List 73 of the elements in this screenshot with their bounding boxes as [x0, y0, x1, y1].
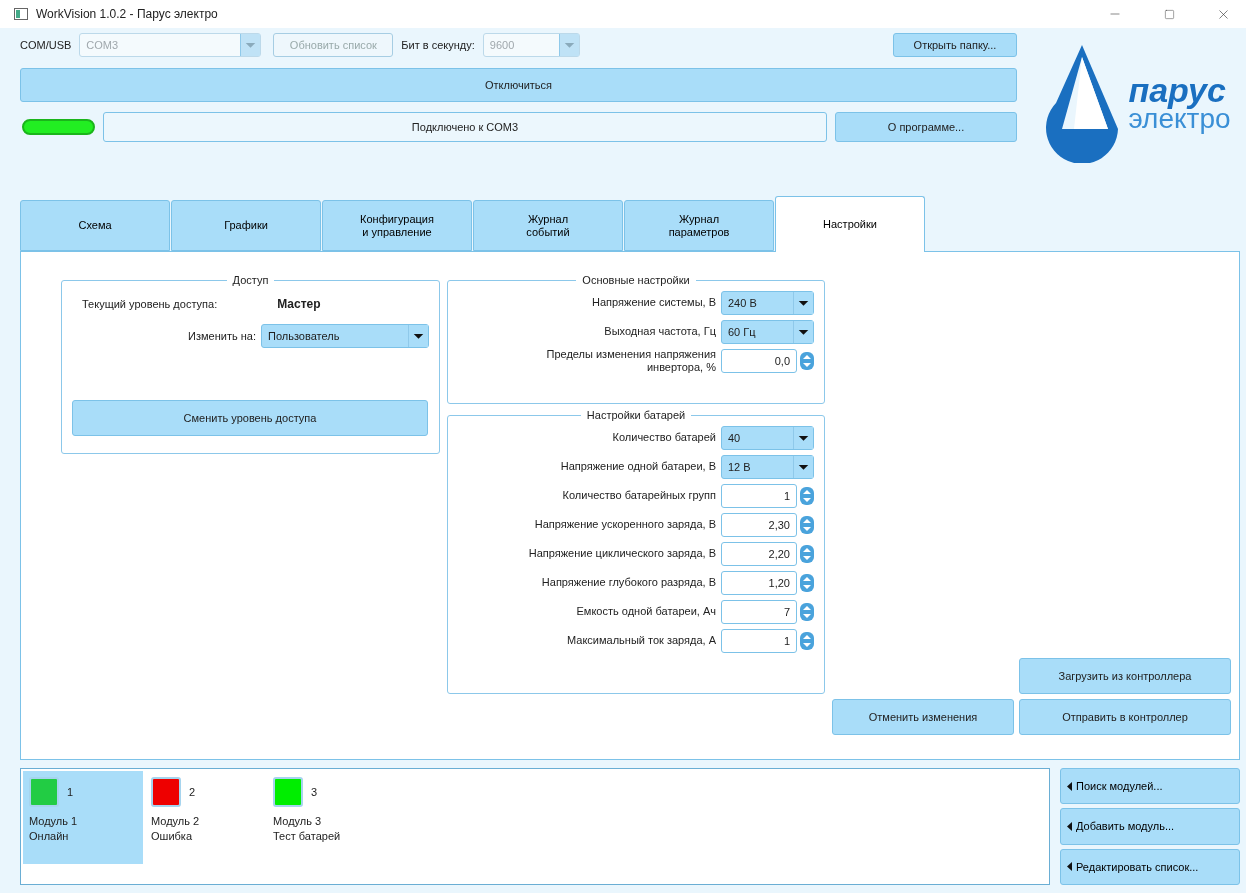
module-name: Модуль 3 — [273, 815, 323, 827]
number-field[interactable]: 2,20 — [721, 541, 797, 566]
field-label: Пределы изменения напряжения инвертора, % — [545, 348, 716, 374]
change-to-label: Изменить на: — [188, 330, 256, 342]
maximize-icon — [1163, 8, 1175, 20]
open-folder-button[interactable]: Открыть папку... — [893, 33, 1017, 57]
dropdown[interactable]: 12 В — [721, 454, 814, 479]
dropdown[interactable]: 40 — [721, 425, 814, 450]
spinner-icon[interactable] — [800, 351, 814, 370]
field-label: Напряжение одной батареи, В — [560, 460, 716, 473]
change-access-button[interactable]: Сменить уровень доступа — [72, 400, 428, 436]
number-field[interactable]: 1 — [721, 483, 797, 508]
module-action-button[interactable]: Добавить модуль... — [1060, 808, 1240, 845]
spinner-icon[interactable] — [800, 515, 814, 534]
spinner-icon[interactable] — [800, 573, 814, 592]
module-item[interactable]: 3 Модуль 3 Тест батарей — [267, 771, 387, 864]
tab[interactable]: Конфигурация и управление — [322, 200, 472, 251]
field-label: Напряжение системы, В — [592, 296, 716, 309]
group-title: Доступ — [231, 274, 270, 286]
status-field: Подключено к COM3 — [103, 112, 827, 142]
module-item[interactable]: 2 Модуль 2 Ошибка — [145, 771, 265, 864]
disconnect-button[interactable]: Отключиться — [20, 68, 1017, 102]
number-field[interactable]: 0,0 — [721, 348, 797, 373]
spinner-icon[interactable] — [800, 486, 814, 505]
cancel-changes-button[interactable]: Отменить изменения — [832, 699, 1014, 735]
number-field[interactable]: 2,30 — [721, 512, 797, 537]
tab[interactable]: Схема — [20, 200, 170, 251]
app-icon — [14, 8, 28, 20]
module-name: Модуль 1 — [29, 815, 79, 827]
send-to-controller-button[interactable]: Отправить в контроллер — [1019, 699, 1231, 735]
baud-label: Бит в секунду: — [401, 39, 475, 51]
tab[interactable]: Настройки — [775, 196, 925, 252]
module-action-button[interactable]: Редактировать список... — [1060, 848, 1240, 885]
tab[interactable]: Графики — [171, 200, 321, 251]
dropdown[interactable]: 240 В — [721, 290, 814, 315]
current-level-label: Текущий уровень доступа: — [82, 298, 218, 310]
spinner-icon[interactable] — [800, 631, 814, 650]
field-label: Количество батарейных групп — [562, 489, 716, 502]
tab[interactable]: Журнал параметров — [624, 200, 774, 251]
group-title: Основные настройки — [581, 274, 691, 286]
port-label: COM/USB — [20, 39, 72, 51]
module-number: 2 — [189, 786, 196, 798]
spinner-icon[interactable] — [800, 544, 814, 563]
module-name: Модуль 2 — [151, 815, 201, 827]
spinner-icon[interactable] — [800, 602, 814, 621]
module-status: Онлайн — [29, 830, 70, 842]
module-status: Тест батарей — [273, 830, 342, 842]
tab[interactable]: Журнал событий — [473, 200, 623, 251]
left-triangle-icon — [1067, 822, 1072, 831]
field-label: Количество батарей — [612, 431, 716, 444]
module-status: Ошибка — [151, 830, 193, 842]
field-label: Выходная частота, Гц — [604, 325, 716, 338]
module-item[interactable]: 1 Модуль 1 Онлайн — [23, 771, 143, 864]
field-label: Напряжение ускоренного заряда, В — [534, 518, 716, 531]
about-button[interactable]: О программе... — [835, 112, 1017, 142]
current-level-value: Мастер — [277, 297, 321, 311]
group-title: Настройки батарей — [585, 409, 687, 421]
load-from-controller-button[interactable]: Загрузить из контроллера — [1019, 658, 1231, 694]
access-level-dropdown[interactable]: Пользователь — [261, 324, 429, 348]
field-label: Емкость одной батареи, Ач — [576, 605, 716, 618]
module-action-button[interactable]: Поиск модулей... — [1060, 768, 1240, 805]
field-label: Максимальный ток заряда, А — [567, 634, 716, 647]
number-field[interactable]: 7 — [721, 599, 797, 624]
dropdown[interactable]: 60 Гц — [721, 319, 814, 344]
field-label: Напряжение циклического заряда, В — [528, 547, 716, 560]
number-field[interactable]: 1,20 — [721, 570, 797, 595]
field-label: Напряжение глубокого разряда, В — [541, 576, 716, 589]
left-triangle-icon — [1067, 862, 1072, 872]
module-number: 3 — [311, 786, 318, 798]
window-title: WorkVision 1.0.2 - Парус электро — [36, 7, 219, 21]
module-number: 1 — [67, 786, 74, 798]
left-triangle-icon — [1067, 781, 1072, 791]
number-field[interactable]: 1 — [721, 628, 797, 653]
